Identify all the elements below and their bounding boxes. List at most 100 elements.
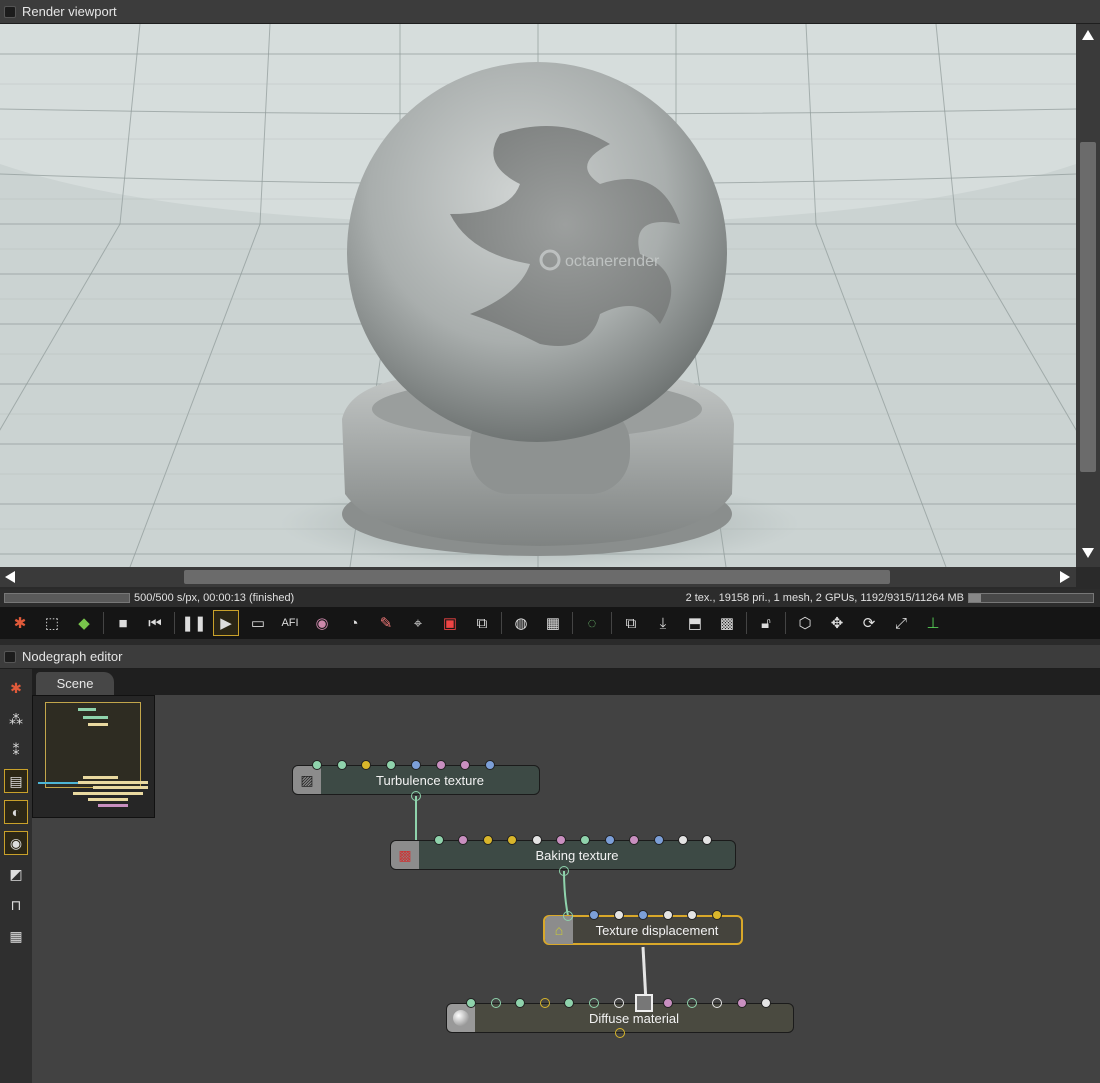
camera-icon[interactable]: ◉: [4, 831, 28, 855]
cube-wire-icon[interactable]: ⬡: [792, 610, 818, 636]
render-viewport[interactable]: octanerender: [0, 24, 1076, 567]
region-picker-icon[interactable]: ⧉: [469, 610, 495, 636]
render-status-bar: 500/500 s/px, 00:00:13 (finished) 2 tex.…: [0, 589, 1100, 607]
node-input-pin[interactable]: [312, 760, 322, 770]
node-input-pin[interactable]: [662, 998, 673, 1008]
node-input-pin[interactable]: [662, 910, 673, 920]
panel-toggle-icon[interactable]: [4, 650, 16, 663]
nodegraph-canvas[interactable]: ▨ Turbulence texture ▩ Baking texture ⌂ …: [32, 695, 1100, 1083]
light-picker-icon[interactable]: ✎: [373, 610, 399, 636]
panel-toggle-icon[interactable]: [4, 5, 16, 18]
tree-collapse-icon[interactable]: ⁑: [4, 738, 28, 762]
render-status-text: 500/500 s/px, 00:00:13 (finished): [134, 592, 295, 604]
vertical-scroll-thumb[interactable]: [1080, 142, 1096, 472]
node-input-pin[interactable]: [531, 835, 542, 845]
node-input-pin[interactable]: [410, 760, 421, 770]
material-icon[interactable]: ◐: [4, 800, 28, 824]
camera-picker-icon[interactable]: ▣: [437, 610, 463, 636]
node-input-pin[interactable]: [434, 835, 444, 845]
node-input-pin[interactable]: [336, 760, 347, 770]
node-input-pin[interactable]: [604, 835, 615, 845]
play-icon[interactable]: ▶: [213, 610, 239, 636]
octane-logo-icon[interactable]: ✱: [7, 610, 33, 636]
scroll-up-arrow-icon[interactable]: [1082, 30, 1094, 40]
export-icon[interactable]: ⬒: [682, 610, 708, 636]
node-label: Texture displacement: [595, 922, 719, 938]
viewport-vertical-scrollbar[interactable]: [1076, 24, 1100, 567]
nodegraph-sidebar: ✱ ⁂ ⁑ ▤ ◐ ◉ ◩ ⊓ ▦: [0, 669, 32, 1083]
scroll-left-arrow-icon[interactable]: [5, 571, 15, 583]
stop-icon[interactable]: ■: [110, 610, 136, 636]
displacement-input-socket[interactable]: [635, 994, 653, 1012]
scroll-down-arrow-icon[interactable]: [1082, 548, 1094, 558]
pause-icon[interactable]: ❚❚: [181, 610, 207, 636]
toolbar-separator: [103, 612, 104, 634]
horizontal-scroll-thumb[interactable]: [184, 570, 890, 584]
node-input-pin[interactable]: [539, 998, 550, 1008]
node-input-pin[interactable]: [712, 998, 722, 1008]
node-input-pin[interactable]: [556, 835, 566, 845]
render-region-icon[interactable]: ◍: [508, 610, 534, 636]
afi-text-icon[interactable]: AFI: [277, 610, 303, 636]
node-input-pin[interactable]: [613, 998, 624, 1008]
node-input-pin[interactable]: [435, 760, 446, 770]
render-image: octanerender: [0, 24, 1076, 567]
node-input-pin[interactable]: [711, 910, 722, 920]
node-input-pin[interactable]: [466, 998, 476, 1008]
checker-icon[interactable]: ▩: [714, 610, 740, 636]
tree-expand-icon[interactable]: ⁂: [4, 707, 28, 731]
monitor-icon[interactable]: ▭: [245, 610, 271, 636]
material-sphere-icon: [447, 1004, 475, 1032]
render-toolbar: ✱ ⬚ ◆ ■ ⏮ ❚❚ ▶ ▭ AFI ◉ ◔ ✎ ⌖ ▣ ⧉ ◍ ▦ ◌ ⧉…: [0, 607, 1100, 639]
octane-logo-icon[interactable]: ✱: [4, 676, 28, 700]
toolbar-separator: [501, 612, 502, 634]
toolbar-separator: [174, 612, 175, 634]
node-output-pin[interactable]: [563, 911, 573, 921]
node-label: Turbulence texture: [376, 772, 484, 788]
octane-watermark: octanerender: [565, 253, 660, 270]
magnet-icon[interactable]: ⊓: [4, 893, 28, 917]
viewport-horizontal-scrollbar[interactable]: [0, 567, 1076, 587]
lock-icon[interactable]: 🔓︎: [753, 610, 779, 636]
move-icon[interactable]: ✥: [824, 610, 850, 636]
node-input-pin[interactable]: [484, 760, 495, 770]
node-inspector-icon[interactable]: ▤: [4, 769, 28, 793]
material-picker-icon[interactable]: ◔: [341, 610, 367, 636]
filmsize-icon[interactable]: ▦: [540, 610, 566, 636]
render-progress-bar: [4, 593, 130, 603]
region-icon[interactable]: ⬚: [39, 610, 65, 636]
node-input-pin[interactable]: [678, 835, 688, 845]
node-input-pin[interactable]: [482, 835, 493, 845]
save-icon[interactable]: ⤓: [650, 610, 676, 636]
rotate-icon[interactable]: ⟳: [856, 610, 882, 636]
restart-icon[interactable]: ⏮: [142, 610, 168, 636]
grid-icon[interactable]: ▦: [4, 924, 28, 948]
texture-icon[interactable]: ◩: [4, 862, 28, 886]
node-input-pin[interactable]: [687, 910, 697, 920]
color-wheel-icon[interactable]: ◉: [309, 610, 335, 636]
scroll-right-arrow-icon[interactable]: [1060, 571, 1070, 583]
copy-icon[interactable]: ⧉: [618, 610, 644, 636]
node-input-pin[interactable]: [589, 998, 599, 1008]
node-input-pin[interactable]: [736, 998, 747, 1008]
scene-stats-text: 2 tex., 19158 pri., 1 mesh, 2 GPUs, 1192…: [685, 592, 964, 604]
node-input-pin[interactable]: [638, 910, 648, 920]
node-input-pin[interactable]: [490, 998, 501, 1008]
render-viewport-title: Render viewport: [22, 4, 117, 19]
toolbar-separator: [785, 612, 786, 634]
nodegraph-tabbar: Scene: [32, 669, 1100, 695]
node-output-pin[interactable]: [559, 866, 569, 876]
clay-mode-icon[interactable]: ◌: [579, 610, 605, 636]
toolbar-separator: [746, 612, 747, 634]
node-input-pin[interactable]: [589, 910, 599, 920]
tab-scene[interactable]: Scene: [36, 672, 114, 695]
zoom-fit-icon[interactable]: ⤢: [888, 610, 914, 636]
node-input-pin[interactable]: [613, 910, 624, 920]
cube-color-icon[interactable]: ◆: [71, 610, 97, 636]
node-output-pin[interactable]: [411, 791, 421, 801]
node-output-pin[interactable]: [615, 1028, 625, 1038]
axis-icon[interactable]: ⊥: [920, 610, 946, 636]
node-label: Baking texture: [535, 847, 619, 863]
node-input-pin[interactable]: [653, 835, 664, 845]
focus-picker-icon[interactable]: ⌖: [405, 610, 431, 636]
